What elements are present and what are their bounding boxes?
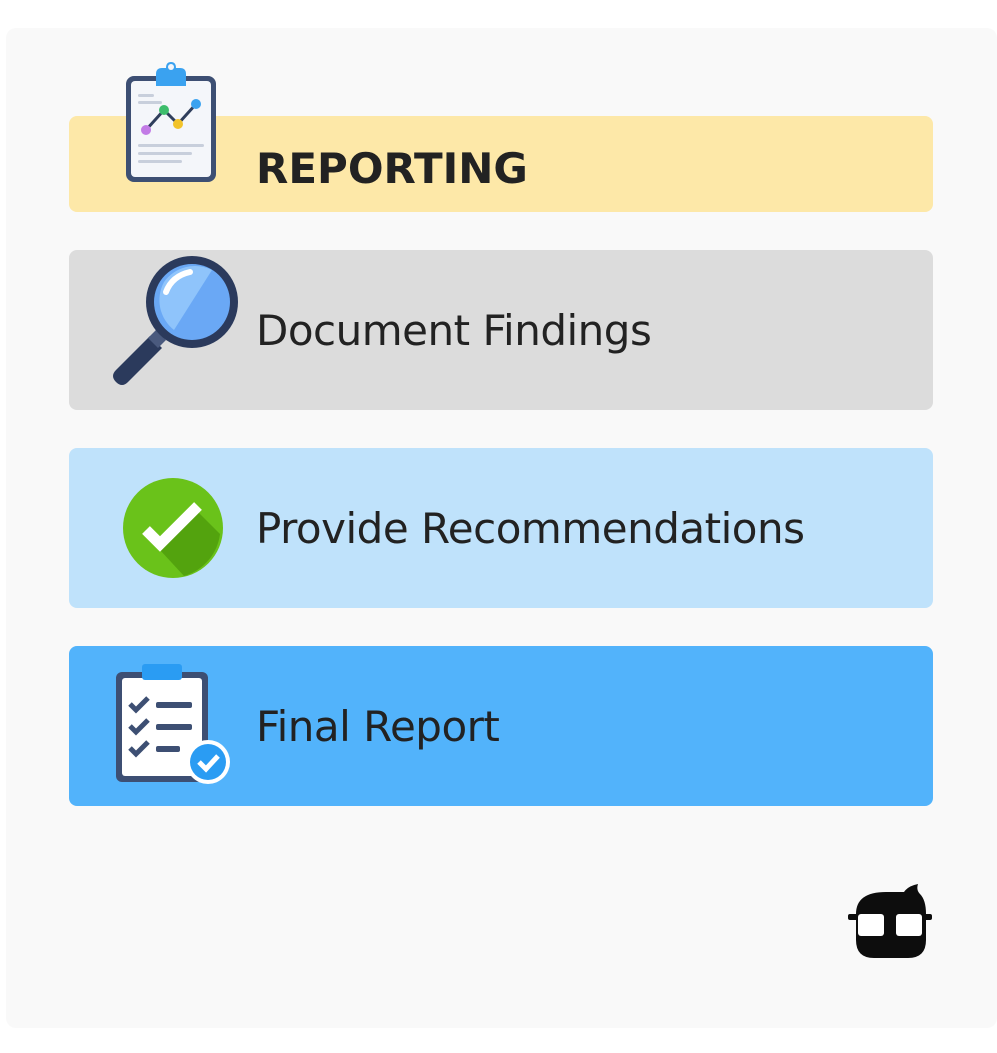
page-title: REPORTING (256, 143, 528, 193)
mascot-logo-icon (848, 884, 932, 958)
step-label: Document Findings (256, 305, 652, 355)
step-label: Final Report (256, 701, 500, 751)
step-label: Provide Recommendations (256, 503, 805, 553)
magnifying-glass-icon (113, 256, 238, 385)
clipboard-chart-icon (126, 62, 216, 182)
check-circle-icon (123, 478, 223, 578)
checklist-clipboard-icon (116, 664, 230, 784)
